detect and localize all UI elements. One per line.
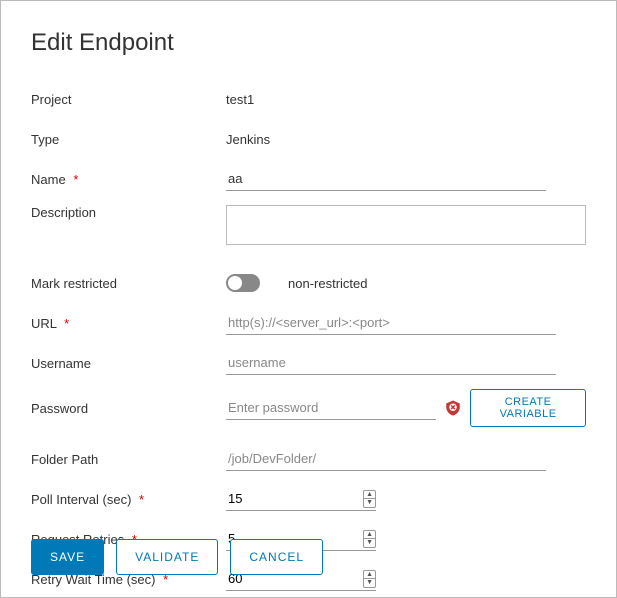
row-project: Project test1 bbox=[31, 85, 586, 113]
name-field[interactable] bbox=[226, 167, 546, 191]
chevron-down-icon[interactable]: ▼ bbox=[364, 579, 375, 587]
label-project: Project bbox=[31, 92, 226, 107]
label-mark-restricted: Mark restricted bbox=[31, 276, 226, 291]
url-field[interactable] bbox=[226, 311, 556, 335]
label-description: Description bbox=[31, 205, 226, 220]
label-poll-interval-text: Poll Interval (sec) bbox=[31, 492, 131, 507]
dialog-title: Edit Endpoint bbox=[31, 29, 586, 57]
value-type: Jenkins bbox=[226, 132, 270, 147]
label-password: Password bbox=[31, 401, 226, 416]
label-folder-path: Folder Path bbox=[31, 452, 226, 467]
retry-wait-time-stepper[interactable]: ▲ ▼ bbox=[363, 570, 376, 588]
row-folder-path: Folder Path bbox=[31, 445, 586, 473]
restricted-toggle[interactable] bbox=[226, 274, 260, 292]
label-name: Name * bbox=[31, 172, 226, 187]
chevron-up-icon[interactable]: ▲ bbox=[364, 491, 375, 500]
row-description: Description bbox=[31, 205, 586, 245]
value-project: test1 bbox=[226, 92, 254, 107]
row-url: URL * bbox=[31, 309, 586, 337]
row-username: Username bbox=[31, 349, 586, 377]
chevron-up-icon[interactable]: ▲ bbox=[364, 571, 375, 580]
chevron-up-icon[interactable]: ▲ bbox=[364, 531, 375, 540]
description-field[interactable] bbox=[226, 205, 586, 245]
folder-path-field[interactable] bbox=[226, 447, 546, 471]
row-mark-restricted: Mark restricted non-restricted bbox=[31, 269, 586, 297]
required-marker: * bbox=[73, 172, 78, 187]
chevron-down-icon[interactable]: ▼ bbox=[364, 539, 375, 547]
label-type: Type bbox=[31, 132, 226, 147]
create-variable-button[interactable]: CREATE VARIABLE bbox=[470, 389, 586, 427]
row-name: Name * bbox=[31, 165, 586, 193]
edit-endpoint-dialog: Edit Endpoint Project test1 Type Jenkins… bbox=[0, 0, 617, 598]
save-button[interactable]: SAVE bbox=[31, 539, 104, 575]
required-marker: * bbox=[139, 492, 144, 507]
password-field[interactable] bbox=[226, 396, 436, 420]
validate-button[interactable]: VALIDATE bbox=[116, 539, 218, 575]
label-poll-interval: Poll Interval (sec) * bbox=[31, 492, 226, 507]
row-poll-interval: Poll Interval (sec) * ▲ ▼ bbox=[31, 485, 586, 513]
cancel-button[interactable]: CANCEL bbox=[230, 539, 323, 575]
label-url-text: URL bbox=[31, 316, 57, 331]
endpoint-form: Project test1 Type Jenkins Name * Descri… bbox=[31, 85, 586, 593]
poll-interval-field[interactable] bbox=[226, 487, 363, 510]
poll-interval-stepper[interactable]: ▲ ▼ bbox=[363, 490, 376, 508]
row-type: Type Jenkins bbox=[31, 125, 586, 153]
row-password: Password CREATE VARIABLE bbox=[31, 389, 586, 427]
required-marker: * bbox=[64, 316, 69, 331]
label-username: Username bbox=[31, 356, 226, 371]
label-name-text: Name bbox=[31, 172, 66, 187]
label-url: URL * bbox=[31, 316, 226, 331]
chevron-down-icon[interactable]: ▼ bbox=[364, 499, 375, 507]
username-field[interactable] bbox=[226, 351, 556, 375]
error-shield-icon bbox=[444, 399, 462, 417]
dialog-footer: SAVE VALIDATE CANCEL bbox=[31, 539, 323, 575]
toggle-knob bbox=[228, 276, 242, 290]
request-retries-stepper[interactable]: ▲ ▼ bbox=[363, 530, 376, 548]
restricted-state-label: non-restricted bbox=[288, 276, 367, 291]
